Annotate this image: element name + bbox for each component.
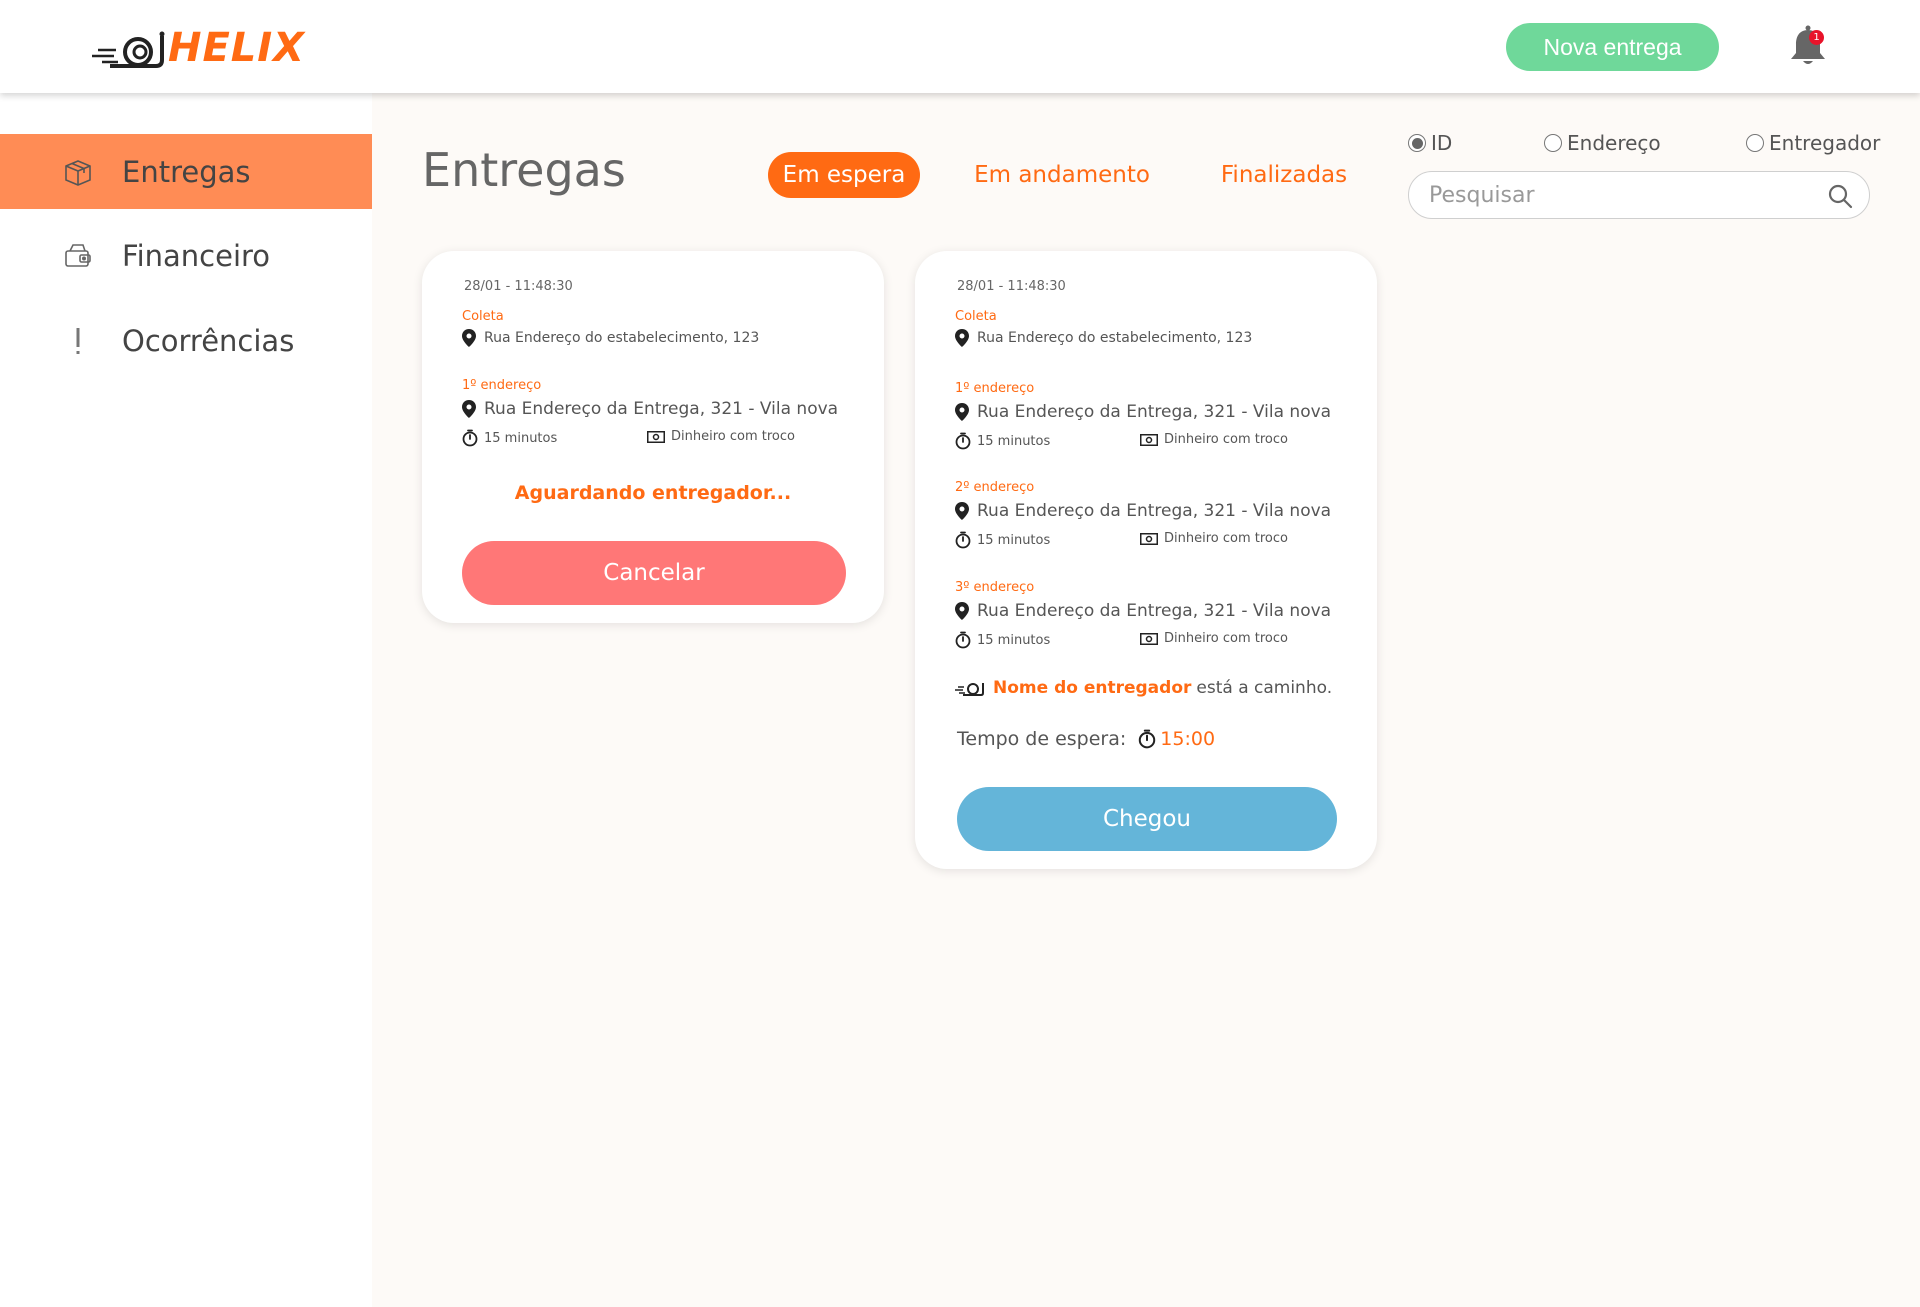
- filter-label: Entregador: [1769, 131, 1881, 155]
- stop-payment: Dinheiro com troco: [647, 429, 795, 444]
- stop-time: 15 minutos: [955, 531, 1050, 549]
- tab-em-espera[interactable]: Em espera: [768, 152, 920, 198]
- pickup-address: Rua Endereço do estabelecimento, 123: [955, 329, 1252, 347]
- sidebar-item-entregas[interactable]: Entregas: [0, 134, 372, 209]
- stopwatch-icon: [462, 429, 478, 447]
- cancel-button[interactable]: Cancelar: [462, 541, 846, 605]
- sidebar-item-financeiro[interactable]: Financeiro: [0, 218, 372, 293]
- pickup-label: Coleta: [462, 309, 504, 324]
- filter-radio-entregador[interactable]: Entregador: [1746, 131, 1880, 155]
- sidebar-item-ocorrencias[interactable]: Ocorrências: [0, 303, 372, 378]
- stop-address: Rua Endereço da Entrega, 321 - Vila nova: [955, 601, 1331, 621]
- stop-address: Rua Endereço da Entrega, 321 - Vila nova: [462, 399, 838, 419]
- logo[interactable]: HELIX: [92, 24, 305, 72]
- stop-address: Rua Endereço da Entrega, 321 - Vila nova: [955, 501, 1331, 521]
- notification-bell[interactable]: 1: [1788, 24, 1828, 68]
- stopwatch-icon: [955, 631, 971, 649]
- location-pin-icon: [955, 329, 969, 347]
- exclamation-icon: [62, 325, 94, 357]
- top-bar: HELIX Nova entrega 1: [0, 0, 1920, 93]
- bell-icon: [1791, 25, 1825, 64]
- radio-button[interactable]: [1746, 134, 1764, 152]
- radio-button[interactable]: [1408, 134, 1426, 152]
- search-icon[interactable]: [1827, 183, 1853, 209]
- arrived-button[interactable]: Chegou: [957, 787, 1337, 851]
- search-box: [1408, 171, 1870, 219]
- stop-time: 15 minutos: [955, 631, 1050, 649]
- cash-icon: [1140, 433, 1158, 446]
- delivery-card: 28/01 - 11:48:30 Coleta Rua Endereço do …: [915, 251, 1377, 869]
- stop-address: Rua Endereço da Entrega, 321 - Vila nova: [955, 402, 1331, 422]
- filter-radio-endereco[interactable]: Endereço: [1544, 131, 1661, 155]
- location-pin-icon: [462, 400, 476, 418]
- stop-label: 1º endereço: [955, 381, 1035, 396]
- notification-badge: 1: [1809, 30, 1824, 45]
- stop-label: 1º endereço: [462, 378, 542, 393]
- location-pin-icon: [955, 403, 969, 421]
- location-pin-icon: [462, 329, 476, 347]
- sidebar-item-label: Financeiro: [122, 238, 271, 273]
- cash-icon: [1140, 632, 1158, 645]
- main-content: Entregas Em espera Em andamento Finaliza…: [372, 93, 1920, 1307]
- tab-finalizadas[interactable]: Finalizadas: [1214, 152, 1354, 198]
- stopwatch-icon: [955, 432, 971, 450]
- tab-em-andamento[interactable]: Em andamento: [972, 152, 1152, 198]
- stop-label: 3º endereço: [955, 580, 1035, 595]
- radio-button[interactable]: [1544, 134, 1562, 152]
- stop-payment: Dinheiro com troco: [1140, 432, 1288, 447]
- driver-name: Nome do entregador: [993, 678, 1192, 698]
- stop-label: 2º endereço: [955, 480, 1035, 495]
- stopwatch-icon: [955, 531, 971, 549]
- delivery-card: 28/01 - 11:48:30 Coleta Rua Endereço do …: [422, 251, 884, 623]
- wait-time-row: Tempo de espera: 15:00: [957, 728, 1215, 750]
- pickup-label: Coleta: [955, 309, 997, 324]
- snail-courier-icon: [955, 683, 984, 696]
- cash-icon: [1140, 532, 1158, 545]
- stop-time: 15 minutos: [955, 432, 1050, 450]
- wait-time: 15:00: [1160, 728, 1216, 750]
- card-timestamp: 28/01 - 11:48:30: [957, 279, 1066, 294]
- location-pin-icon: [955, 602, 969, 620]
- sidebar-item-label: Entregas: [122, 154, 251, 189]
- stop-time: 15 minutos: [462, 429, 557, 447]
- search-input[interactable]: [1429, 180, 1809, 210]
- driver-status: Nome do entregador está a caminho.: [955, 678, 1332, 698]
- filter-radio-id[interactable]: ID: [1408, 131, 1452, 155]
- new-delivery-button[interactable]: Nova entrega: [1506, 23, 1719, 71]
- filter-label: Endereço: [1567, 131, 1661, 155]
- sidebar: Entregas Financeiro Ocorrências: [0, 93, 372, 1307]
- snail-logo-icon: [92, 31, 165, 68]
- box-icon: [62, 156, 94, 188]
- wait-label: Tempo de espera:: [957, 728, 1127, 750]
- pickup-address: Rua Endereço do estabelecimento, 123: [462, 329, 759, 347]
- logo-text: HELIX: [168, 25, 306, 71]
- stop-payment: Dinheiro com troco: [1140, 531, 1288, 546]
- status-text: Aguardando entregador...: [514, 482, 792, 504]
- filter-label: ID: [1431, 131, 1453, 155]
- driver-status-text: está a caminho.: [1196, 678, 1333, 698]
- stopwatch-icon: [1139, 729, 1156, 749]
- card-timestamp: 28/01 - 11:48:30: [464, 279, 573, 294]
- wallet-icon: [62, 240, 94, 272]
- cash-icon: [647, 430, 665, 443]
- page-title: Entregas: [422, 143, 626, 197]
- stop-payment: Dinheiro com troco: [1140, 631, 1288, 646]
- location-pin-icon: [955, 502, 969, 520]
- sidebar-item-label: Ocorrências: [122, 323, 295, 358]
